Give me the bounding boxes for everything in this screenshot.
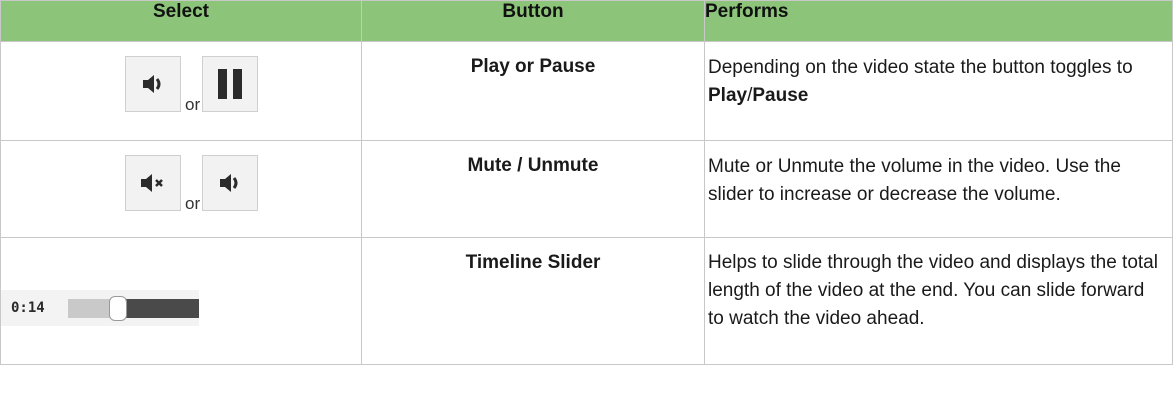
or-label: or [185,95,201,114]
speaker-icon-button[interactable] [202,155,258,211]
performs-pause-label: Pause [752,85,809,106]
select-cell-mute-unmute: or [0,140,362,238]
performs-text: Depending on the video state the button … [708,57,1133,78]
performs-play-pause: Depending on the video state the button … [704,41,1173,141]
header-select: Select [0,0,362,42]
header-button: Button [361,0,705,42]
speaker-icon [143,75,161,93]
button-name-timeline-slider: Timeline Slider [361,237,705,365]
time-readout: 0:14 [11,300,45,316]
timeline-slider[interactable]: 0:14 [1,290,199,326]
button-name-mute-unmute: Mute / Unmute [361,140,705,238]
table-row-timeline-slider: 0:14 Timeline Slider Helps to slide thro… [0,237,1173,365]
controls-table: Select Button Performs or Play or Pause … [0,0,1173,365]
select-cell-play-pause: or [0,41,362,141]
select-cell-timeline-slider: 0:14 [0,237,362,365]
pause-icon [218,69,242,99]
pause-icon-button[interactable] [202,56,258,112]
slider-thumb[interactable] [109,296,127,321]
or-label: or [185,194,201,213]
table-row-mute-unmute: or Mute / Unmute Mute or Unmute the volu… [0,140,1173,238]
performs-mute-unmute: Mute or Unmute the volume in the video. … [704,140,1173,238]
performs-timeline-slider: Helps to slide through the video and dis… [704,237,1173,365]
slider-track[interactable] [68,296,199,321]
mute-icon [141,174,163,192]
table-header-row: Select Button Performs [0,0,1173,42]
mute-icon-button[interactable] [125,155,181,211]
speaker-icon [220,174,238,192]
table-row-play-pause: or Play or Pause Depending on the video … [0,41,1173,141]
button-name-play-pause: Play or Pause [361,41,705,141]
performs-play-label: Play [708,85,748,106]
speaker-icon-button[interactable] [125,56,181,112]
header-performs: Performs [704,0,1173,42]
